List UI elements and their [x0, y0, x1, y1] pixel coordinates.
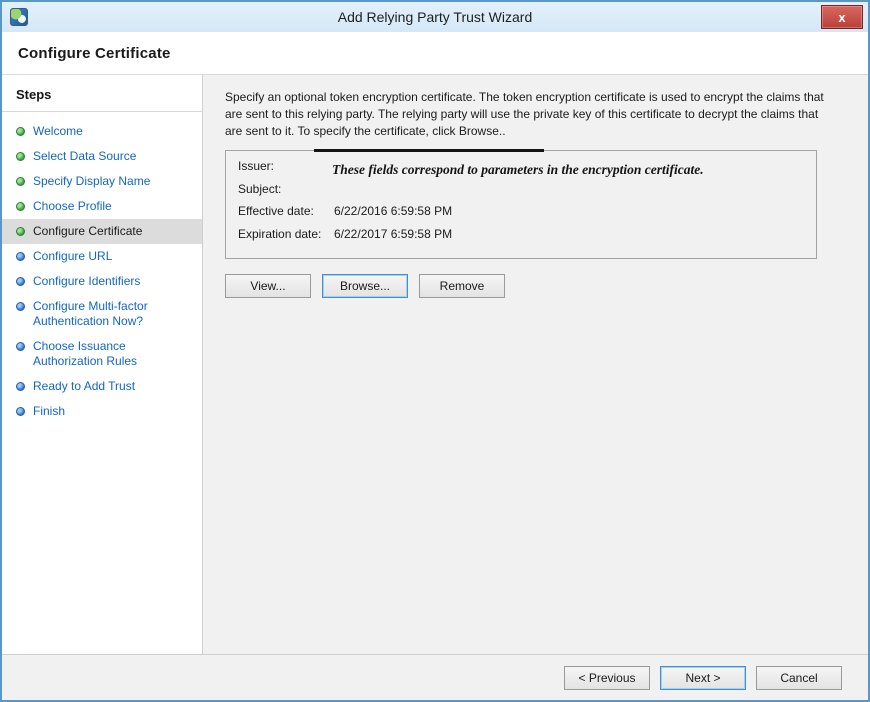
content-area: Steps Welcome Select Data Source Specify…: [2, 75, 868, 654]
certificate-details-box: Issuer: Subject: Effective date: 6/22/20…: [225, 150, 817, 259]
step-status-icon: [16, 202, 25, 211]
step-label: Configure Identifiers: [33, 274, 140, 289]
cert-row-effective-date: Effective date: 6/22/2016 6:59:58 PM: [238, 204, 806, 218]
wizard-footer: < Previous Next > Cancel: [2, 654, 868, 700]
effective-date-value: 6/22/2016 6:59:58 PM: [334, 204, 452, 218]
step-label: Specify Display Name: [33, 174, 150, 189]
step-status-icon: [16, 302, 25, 311]
sidebar-item-configure-mfa[interactable]: Configure Multi-factor Authentication No…: [2, 294, 202, 334]
step-label: Configure Multi-factor Authentication No…: [33, 299, 194, 329]
sidebar-item-finish[interactable]: Finish: [2, 399, 202, 424]
effective-date-label: Effective date:: [238, 204, 334, 218]
certificate-actions: View... Browse... Remove: [225, 274, 842, 298]
step-label: Finish: [33, 404, 65, 419]
step-label: Select Data Source: [33, 149, 136, 164]
main-panel: Specify an optional token encryption cer…: [202, 75, 868, 654]
step-label: Ready to Add Trust: [33, 379, 135, 394]
step-label: Choose Issuance Authorization Rules: [33, 339, 194, 369]
redaction-bar: [314, 149, 544, 152]
cert-row-expiration-date: Expiration date: 6/22/2017 6:59:58 PM: [238, 227, 806, 241]
sidebar-item-configure-url[interactable]: Configure URL: [2, 244, 202, 269]
sidebar-item-choose-issuance-rules[interactable]: Choose Issuance Authorization Rules: [2, 334, 202, 374]
step-status-icon: [16, 227, 25, 236]
page-description: Specify an optional token encryption cer…: [225, 89, 825, 139]
sidebar-item-configure-certificate[interactable]: Configure Certificate: [2, 219, 202, 244]
sidebar-item-configure-identifiers[interactable]: Configure Identifiers: [2, 269, 202, 294]
close-icon: x: [838, 10, 845, 25]
remove-button[interactable]: Remove: [419, 274, 505, 298]
step-status-icon: [16, 277, 25, 286]
steps-header: Steps: [2, 87, 202, 111]
view-button[interactable]: View...: [225, 274, 311, 298]
wizard-icon: [10, 8, 28, 26]
next-button[interactable]: Next >: [660, 666, 746, 690]
expiration-date-label: Expiration date:: [238, 227, 334, 241]
step-label: Configure URL: [33, 249, 112, 264]
step-status-icon: [16, 407, 25, 416]
steps-sidebar: Steps Welcome Select Data Source Specify…: [2, 75, 202, 654]
expiration-date-value: 6/22/2017 6:59:58 PM: [334, 227, 452, 241]
issuer-label: Issuer:: [238, 159, 334, 173]
cancel-button[interactable]: Cancel: [756, 666, 842, 690]
step-status-icon: [16, 342, 25, 351]
step-label: Welcome: [33, 124, 83, 139]
step-status-icon: [16, 177, 25, 186]
cert-row-subject: Subject:: [238, 182, 806, 196]
close-button[interactable]: x: [821, 5, 863, 29]
previous-button[interactable]: < Previous: [564, 666, 650, 690]
sidebar-item-choose-profile[interactable]: Choose Profile: [2, 194, 202, 219]
window-title: Add Relying Party Trust Wizard: [338, 9, 533, 25]
browse-button[interactable]: Browse...: [322, 274, 408, 298]
sidebar-item-specify-display-name[interactable]: Specify Display Name: [2, 169, 202, 194]
annotation-note: These fields correspond to parameters in…: [332, 162, 704, 178]
sidebar-item-welcome[interactable]: Welcome: [2, 119, 202, 144]
heading-row: Configure Certificate: [2, 32, 868, 75]
step-status-icon: [16, 252, 25, 261]
page-title: Configure Certificate: [18, 45, 171, 62]
steps-separator: [2, 111, 202, 112]
sidebar-item-select-data-source[interactable]: Select Data Source: [2, 144, 202, 169]
sidebar-item-ready-to-add-trust[interactable]: Ready to Add Trust: [2, 374, 202, 399]
step-label: Configure Certificate: [33, 224, 142, 239]
step-status-icon: [16, 127, 25, 136]
step-status-icon: [16, 152, 25, 161]
step-status-icon: [16, 382, 25, 391]
step-label: Choose Profile: [33, 199, 112, 214]
subject-label: Subject:: [238, 182, 334, 196]
title-bar: Add Relying Party Trust Wizard x: [2, 2, 868, 32]
wizard-window: Add Relying Party Trust Wizard x Configu…: [0, 0, 870, 702]
